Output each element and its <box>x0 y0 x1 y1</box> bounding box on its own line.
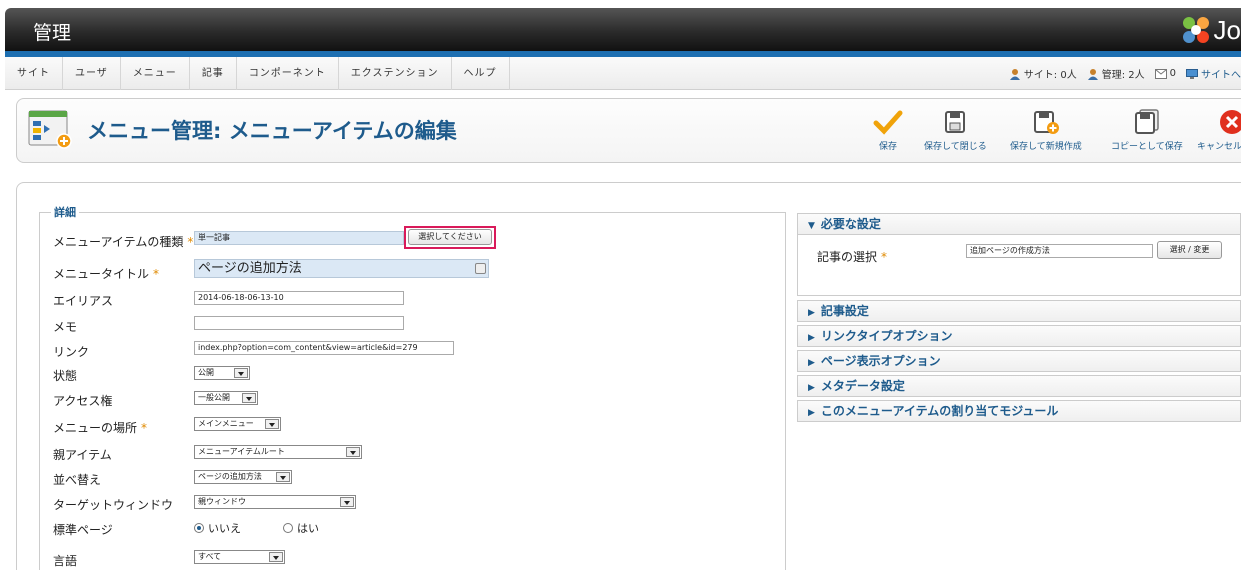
triangle-right-icon: ▶ <box>808 408 815 418</box>
module-assignment-header[interactable]: ▶ このメニューアイテムの割り当てモジュール <box>797 400 1241 422</box>
parent-item-select[interactable]: メニューアイテムルート <box>194 445 362 459</box>
status-messages[interactable]: 0 <box>1154 68 1176 79</box>
cancel-button[interactable]: キャンセル <box>1195 109 1241 152</box>
floppy-copy-icon <box>1134 109 1159 134</box>
link-type-options-header[interactable]: ▶ リンクタイプオプション <box>797 325 1241 347</box>
menu-location-select[interactable]: メインメニュー <box>194 417 281 431</box>
target-window-select[interactable]: 親ウィンドウ <box>194 495 356 509</box>
chevron-down-icon <box>276 472 290 482</box>
menu-menus[interactable]: メニュー <box>121 57 190 90</box>
menu-site[interactable]: サイト <box>5 57 63 90</box>
cancel-icon <box>1220 110 1241 134</box>
menu-extensions[interactable]: エクステンション <box>339 57 452 90</box>
chevron-down-icon <box>269 552 283 562</box>
chevron-down-icon <box>340 497 354 507</box>
menu-item-type-label: メニューアイテムの種類 * <box>53 235 194 249</box>
target-window-label: ターゲットウィンドウ <box>53 498 174 512</box>
page-title: メニュー管理: メニューアイテムの編集 <box>87 119 457 143</box>
required-settings-header[interactable]: ▼ 必要な設定 <box>797 213 1241 235</box>
link-input: index.php?option=com_content&view=articl… <box>194 341 454 355</box>
radio-unchecked-icon <box>283 523 293 533</box>
admin-header: 管理 Jo <box>5 8 1241 51</box>
chevron-down-icon <box>242 393 256 403</box>
radio-checked-icon <box>194 523 204 533</box>
input-addon-icon[interactable] <box>475 263 486 274</box>
article-select-button[interactable]: 選択 / 変更 <box>1157 241 1222 259</box>
admin-menubar: サイト ユーザ メニュー 記事 コンポーネント エクステンション ヘルプ サイト… <box>5 57 1241 90</box>
menu-help[interactable]: ヘルプ <box>452 57 510 90</box>
status-admin-users: 管理: 2人 <box>1087 66 1145 81</box>
menu-title-label: メニュータイトル * <box>53 267 160 281</box>
chevron-down-icon <box>346 447 360 457</box>
save-close-button[interactable]: 保存して閉じる <box>924 109 987 152</box>
article-select-label: 記事の選択 * <box>817 250 888 264</box>
status-select[interactable]: 公開 <box>194 366 250 380</box>
chevron-down-icon <box>234 368 248 378</box>
details-legend: 詳細 <box>51 204 79 220</box>
save-new-button[interactable]: 保存して新規作成 <box>1010 109 1082 152</box>
menu-title-input[interactable]: ページの追加方法 <box>194 259 489 278</box>
ordering-select[interactable]: ページの追加方法 <box>194 470 292 484</box>
link-label: リンク <box>53 345 90 359</box>
joomla-logo-icon <box>1182 17 1209 43</box>
alias-input[interactable]: 2014-06-18-06-13-10 <box>194 291 404 305</box>
access-select[interactable]: 一般公開 <box>194 391 258 405</box>
triangle-right-icon: ▶ <box>808 383 815 393</box>
menu-content[interactable]: 記事 <box>190 57 237 90</box>
mail-icon <box>1154 68 1167 79</box>
triangle-down-icon: ▼ <box>808 221 815 231</box>
floppy-icon <box>945 111 966 133</box>
note-input[interactable] <box>194 316 404 330</box>
menu-manager-icon <box>28 109 72 152</box>
menu-components[interactable]: コンポーネント <box>237 57 339 90</box>
article-select-field: 追加ページの作成方法 <box>966 244 1153 258</box>
checkmark-icon <box>873 110 903 135</box>
default-page-label: 標準ページ <box>53 523 113 537</box>
triangle-right-icon: ▶ <box>808 308 815 318</box>
toolbar-panel: メニュー管理: メニューアイテムの編集 保存 保存して閉じる 保存して新規作成 … <box>16 98 1241 163</box>
monitor-icon <box>1186 68 1198 79</box>
ordering-label: 並べ替え <box>53 473 102 487</box>
metadata-options-header[interactable]: ▶ メタデータ設定 <box>797 375 1241 397</box>
default-page-yes-radio[interactable]: はい <box>283 520 319 536</box>
save-copy-button[interactable]: コピーとして保存 <box>1111 109 1183 152</box>
default-page-no-radio[interactable]: いいえ <box>194 520 241 536</box>
menu-item-type-field: 単一記事 <box>194 231 404 245</box>
page-display-options-header[interactable]: ▶ ページ表示オプション <box>797 350 1241 372</box>
parent-item-label: 親アイテム <box>53 448 112 462</box>
user-icon <box>1087 68 1098 80</box>
access-label: アクセス権 <box>53 394 113 408</box>
chevron-down-icon <box>265 419 279 429</box>
note-label: メモ <box>53 320 78 334</box>
status-bar: サイト: 0人 管理: 2人 0 サイトへ <box>999 57 1241 90</box>
alias-label: エイリアス <box>53 294 114 308</box>
language-select[interactable]: すべて <box>194 550 285 564</box>
status-site-users: サイト: 0人 <box>1009 66 1077 81</box>
status-label: 状態 <box>53 369 78 383</box>
select-type-button[interactable]: 選択してください <box>408 229 492 245</box>
user-icon <box>1009 68 1020 80</box>
language-label: 言語 <box>53 554 78 568</box>
save-button[interactable]: 保存 <box>873 109 903 152</box>
header-title: 管理 <box>33 22 72 44</box>
menu-users[interactable]: ユーザ <box>63 57 121 90</box>
menu-location-label: メニューの場所 * <box>53 421 148 435</box>
main-menu: サイト ユーザ メニュー 記事 コンポーネント エクステンション ヘルプ <box>5 57 510 90</box>
article-options-header[interactable]: ▶ 記事設定 <box>797 300 1241 322</box>
joomla-logo[interactable]: Jo <box>1180 14 1241 46</box>
logo-text: Jo <box>1213 15 1241 45</box>
triangle-right-icon: ▶ <box>808 333 815 343</box>
status-view-site[interactable]: サイトへ <box>1186 66 1241 81</box>
triangle-right-icon: ▶ <box>808 358 815 368</box>
floppy-plus-icon <box>1033 111 1059 134</box>
